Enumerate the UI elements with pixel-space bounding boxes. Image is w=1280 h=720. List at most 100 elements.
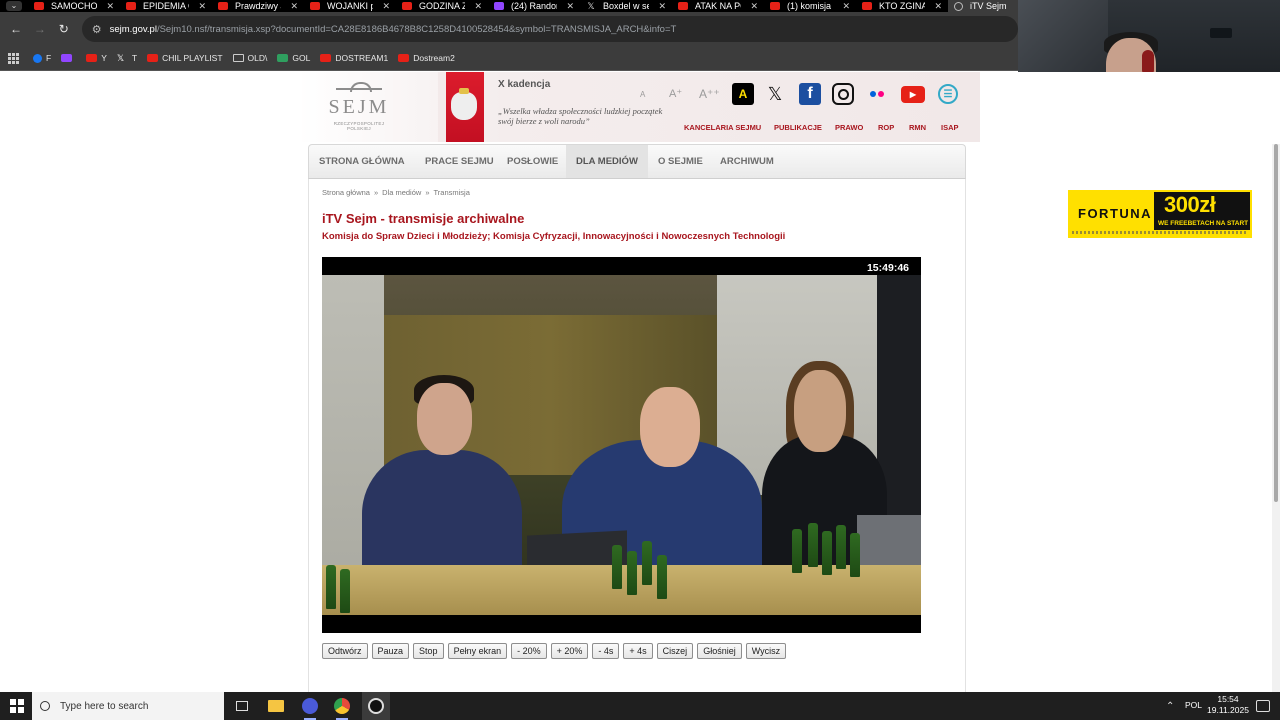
input-language-indicator[interactable]: POL [1185, 700, 1202, 710]
breadcrumb-link[interactable]: Dla mediów [382, 188, 421, 197]
reload-button[interactable]: ↻ [52, 22, 76, 36]
bookmark-label: GOL [292, 53, 311, 63]
close-icon[interactable]: ✕ [750, 1, 758, 12]
chrome-icon[interactable] [332, 696, 352, 720]
video-player[interactable]: 15:49:46 [322, 257, 921, 633]
bookmark-item[interactable] [61, 54, 76, 62]
close-icon[interactable]: ✕ [658, 1, 666, 12]
close-icon[interactable]: ✕ [934, 1, 942, 12]
browser-tab[interactable]: (1) komisja c ✕ [764, 0, 856, 12]
player-control-button[interactable]: Ciszej [656, 643, 694, 659]
bookmark-item[interactable]: Dostream2 [398, 53, 455, 63]
player-control-button[interactable]: + 4s [623, 643, 653, 659]
header-link[interactable]: ROP [878, 123, 894, 132]
close-icon[interactable]: ✕ [198, 1, 206, 12]
nav-item[interactable]: ARCHIWUM [710, 145, 784, 178]
player-control-button[interactable]: + 20% [550, 643, 589, 659]
nav-item[interactable]: STRONA GŁÓWNA [309, 145, 415, 178]
browser-tab[interactable]: WOJANKI pr ✕ [304, 0, 396, 12]
bookmark-item[interactable]: CHIL PLAYLIST [147, 53, 223, 63]
browser-tab[interactable]: SAMOCHOD ✕ [28, 0, 120, 12]
site-settings-icon[interactable]: ⚙ [92, 23, 102, 36]
close-icon[interactable]: ✕ [474, 1, 482, 12]
windows-start-icon[interactable] [10, 699, 24, 713]
player-control-button[interactable]: Wycisz [745, 643, 787, 659]
player-control-button[interactable]: Pauza [371, 643, 410, 659]
camera-app-icon[interactable] [300, 696, 320, 720]
nav-item[interactable]: PRACE SEJMU [415, 145, 504, 178]
bookmark-item[interactable]: DOSTREAM1 [320, 53, 388, 63]
header-link[interactable]: KANCELARIA SEJMU [684, 123, 761, 132]
browser-tab[interactable]: EPIDEMIA O ✕ [120, 0, 212, 12]
bookmark-item[interactable]: F [33, 53, 51, 63]
nav-item[interactable]: POSŁOWIE [497, 145, 568, 178]
player-control-button[interactable]: Odtwórz [322, 643, 368, 659]
facebook-icon[interactable]: f [799, 83, 821, 105]
flickr-icon[interactable] [866, 83, 888, 105]
header-link[interactable]: ISAP [941, 123, 959, 132]
browser-tab[interactable]: GODZINA ZI ✕ [396, 0, 488, 12]
url-path: /Sejm10.nsf/transmisja.xsp?documentId=CA… [156, 23, 677, 35]
close-icon[interactable]: ✕ [842, 1, 850, 12]
header-link[interactable]: PRAWO [835, 123, 863, 132]
font-size-xlarge-button[interactable]: A⁺⁺ [699, 87, 720, 101]
main-navigation: STRONA GŁÓWNA PRACE SEJMU POSŁOWIE DLA MEDI… [308, 144, 966, 179]
file-explorer-icon[interactable] [266, 696, 286, 716]
address-bar[interactable]: ⚙ sejm.gov.pl/Sejm10.nsf/transmisja.xsp?… [81, 16, 1018, 42]
player-control-button[interactable]: Stop [413, 643, 444, 659]
accessibility-contrast-button[interactable]: A [732, 83, 754, 105]
bookmark-item[interactable]: GOL [277, 53, 310, 63]
bookmark-item[interactable]: 𝕏T [117, 53, 137, 63]
browser-tab[interactable]: KTO ZGINAL ✕ [856, 0, 948, 12]
close-icon[interactable]: ✕ [566, 1, 574, 12]
font-size-large-button[interactable]: A⁺ [669, 87, 682, 100]
player-control-button[interactable]: Pełny ekran [447, 643, 508, 659]
nav-item[interactable]: DLA MEDIÓW [566, 145, 648, 178]
player-control-button[interactable]: - 20% [511, 643, 547, 659]
tab-title: GODZINA ZI [419, 1, 465, 11]
close-icon[interactable]: ✕ [106, 1, 114, 12]
gol-icon [277, 54, 289, 62]
header-link[interactable]: RMN [909, 123, 926, 132]
player-control-button[interactable]: Głośniej [697, 643, 742, 659]
instagram-icon[interactable] [832, 83, 854, 105]
show-hidden-icons-button[interactable]: ⌃ [1166, 701, 1174, 712]
public-information-icon[interactable]: ☰ [938, 84, 958, 104]
youtube-icon [126, 2, 136, 10]
fortuna-ad-banner[interactable]: FORTUNA 300zł WE FREEBETACH NA START [1068, 190, 1252, 238]
breadcrumb-link[interactable]: Strona główna [322, 188, 370, 197]
back-button[interactable]: ← [4, 22, 28, 36]
x-icon[interactable]: 𝕏 [764, 83, 786, 105]
close-icon[interactable]: ✕ [290, 1, 298, 12]
apps-grid-icon[interactable] [8, 52, 19, 64]
bookmark-item[interactable]: Y [86, 53, 107, 63]
breadcrumb-separator: » [425, 188, 430, 197]
player-control-button[interactable]: - 4s [592, 643, 620, 659]
obs-icon[interactable] [362, 692, 390, 720]
video-frame[interactable] [322, 275, 921, 615]
page-scrollbar[interactable] [1272, 144, 1280, 692]
browser-tab[interactable]: (24) Randon ✕ [488, 0, 580, 12]
taskbar-search-box[interactable]: Type here to search [32, 692, 224, 720]
x-icon: 𝕏 [116, 53, 125, 63]
notification-center-icon[interactable] [1256, 700, 1270, 712]
breadcrumb-link[interactable]: Transmisja [433, 188, 469, 197]
close-icon[interactable]: ✕ [382, 1, 390, 12]
bookmark-label: DOSTREAM1 [335, 53, 389, 63]
bookmark-item[interactable]: OLD\ [232, 53, 267, 63]
sejm-logo[interactable]: SEJM RZECZYPOSPOLITEJ POLSKIEJ [326, 80, 392, 132]
task-view-icon[interactable] [232, 696, 252, 716]
browser-tab[interactable]: ATAK NA PC ✕ [672, 0, 764, 12]
clock[interactable]: 15:54 19.11.2025 [1206, 694, 1250, 716]
youtube-icon[interactable]: ▶ [901, 86, 925, 103]
font-size-normal-button[interactable]: A [640, 90, 645, 99]
forward-button[interactable]: → [28, 22, 52, 36]
browser-tab[interactable]: Prawdziwy J ✕ [212, 0, 304, 12]
bookmark-label: Y [101, 53, 107, 63]
nav-item[interactable]: O SEJMIE [648, 145, 713, 178]
tab-search-button[interactable]: ⌄ [0, 0, 28, 12]
header-link[interactable]: PUBLIKACJE [774, 123, 822, 132]
logo-subtitle: RZECZYPOSPOLITEJ POLSKIEJ [333, 121, 385, 131]
browser-tab[interactable]: 𝕏 Boxdel w se ✕ [580, 0, 672, 12]
scrollbar-thumb[interactable] [1274, 144, 1278, 502]
